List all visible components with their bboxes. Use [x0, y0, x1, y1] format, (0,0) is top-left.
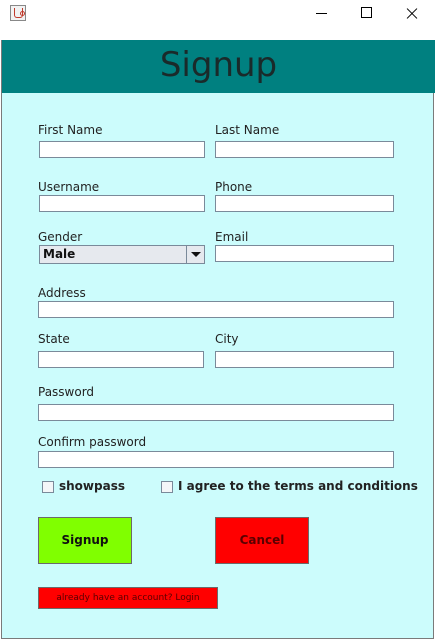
email-field[interactable]	[215, 245, 394, 262]
username-field[interactable]	[39, 195, 205, 212]
showpass-label: showpass	[59, 479, 125, 493]
gender-selected-value: Male	[43, 247, 76, 261]
password-label: Password	[38, 385, 95, 399]
signup-panel: Signup First Name Last Name Username Pho…	[1, 40, 435, 639]
confirm-password-label: Confirm password	[38, 435, 147, 449]
java-cup-icon	[10, 5, 26, 21]
window-titlebar	[0, 0, 435, 40]
login-link-button[interactable]: already have an account? Login	[38, 587, 218, 609]
password-field[interactable]	[38, 404, 394, 421]
first-name-label: First Name	[38, 123, 103, 137]
phone-label: Phone	[215, 180, 253, 194]
confirm-password-field[interactable]	[38, 451, 394, 468]
phone-field[interactable]	[215, 195, 394, 212]
minimize-icon[interactable]	[298, 0, 344, 28]
close-icon[interactable]	[389, 0, 435, 28]
agree-terms-checkbox[interactable]	[161, 481, 173, 493]
agree-terms-label: I agree to the terms and conditions	[178, 479, 418, 493]
page-title: Signup	[159, 45, 278, 85]
showpass-checkbox[interactable]	[42, 481, 54, 493]
header-bar: Signup	[2, 40, 435, 93]
address-field[interactable]	[38, 301, 394, 318]
chevron-down-icon	[191, 252, 201, 257]
first-name-field[interactable]	[39, 141, 205, 158]
signup-button[interactable]: Signup	[38, 517, 132, 564]
last-name-label: Last Name	[215, 123, 280, 137]
gender-select[interactable]: Male	[39, 245, 205, 264]
cancel-button[interactable]: Cancel	[215, 517, 309, 564]
state-label: State	[38, 332, 70, 346]
gender-label: Gender	[38, 230, 83, 244]
username-label: Username	[38, 180, 100, 194]
maximize-icon[interactable]	[344, 0, 390, 28]
last-name-field[interactable]	[215, 141, 394, 158]
city-field[interactable]	[215, 351, 394, 368]
gender-dropdown-button[interactable]	[186, 246, 204, 263]
email-label: Email	[215, 230, 249, 244]
city-label: City	[215, 332, 239, 346]
address-label: Address	[38, 286, 86, 300]
state-field[interactable]	[38, 351, 204, 368]
